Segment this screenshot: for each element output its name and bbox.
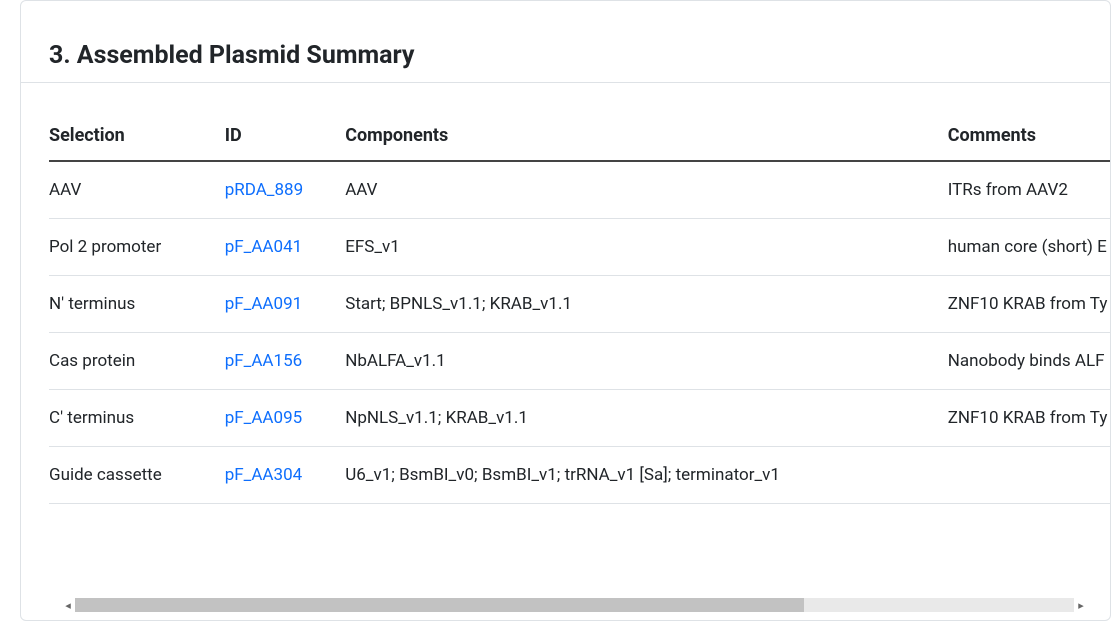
table-row: N' terminus pF_AA091 Start; BPNLS_v1.1; …	[49, 276, 1110, 333]
cell-selection: Cas protein	[49, 333, 225, 390]
table-row: Guide cassette pF_AA304 U6_v1; BsmBI_v0;…	[49, 447, 1110, 504]
id-link[interactable]: pF_AA091	[225, 294, 302, 314]
cell-comments: ZNF10 KRAB from Ty	[948, 390, 1110, 447]
horizontal-scrollbar[interactable]: ◂ ▸	[61, 596, 1088, 614]
cell-components: U6_v1; BsmBI_v0; BsmBI_v1; trRNA_v1 [Sa]…	[345, 447, 948, 504]
table-row: C' terminus pF_AA095 NpNLS_v1.1; KRAB_v1…	[49, 390, 1110, 447]
cell-selection: Pol 2 promoter	[49, 219, 225, 276]
cell-comments: Nanobody binds ALF	[948, 333, 1110, 390]
scroll-left-icon[interactable]: ◂	[61, 599, 75, 612]
cell-components: NbALFA_v1.1	[345, 333, 948, 390]
summary-card: 3. Assembled Plasmid Summary Selection I…	[20, 0, 1111, 621]
scroll-right-icon[interactable]: ▸	[1074, 599, 1088, 612]
cell-selection: C' terminus	[49, 390, 225, 447]
id-link[interactable]: pF_AA304	[225, 465, 302, 485]
cell-components: AAV	[345, 161, 948, 219]
col-header-selection: Selection	[49, 111, 225, 161]
id-link[interactable]: pF_AA156	[225, 351, 302, 371]
table-row: AAV pRDA_889 AAV ITRs from AAV2	[49, 161, 1110, 219]
id-link[interactable]: pRDA_889	[225, 180, 303, 200]
cell-comments	[948, 447, 1110, 504]
section-title: 3. Assembled Plasmid Summary	[21, 1, 1110, 83]
table-scroll-region[interactable]: Selection ID Components Comments AAV pRD…	[21, 111, 1110, 504]
plasmid-summary-table: Selection ID Components Comments AAV pRD…	[49, 111, 1110, 504]
col-header-comments: Comments	[948, 111, 1110, 161]
cell-comments: ZNF10 KRAB from Ty	[948, 276, 1110, 333]
scrollbar-track[interactable]	[75, 598, 1074, 612]
cell-selection: Guide cassette	[49, 447, 225, 504]
cell-components: Start; BPNLS_v1.1; KRAB_v1.1	[345, 276, 948, 333]
col-header-id: ID	[225, 111, 346, 161]
table-row: Cas protein pF_AA156 NbALFA_v1.1 Nanobod…	[49, 333, 1110, 390]
cell-comments: ITRs from AAV2	[948, 161, 1110, 219]
cell-comments: human core (short) E	[948, 219, 1110, 276]
scrollbar-thumb[interactable]	[75, 598, 804, 612]
cell-selection: AAV	[49, 161, 225, 219]
id-link[interactable]: pF_AA041	[225, 237, 302, 257]
id-link[interactable]: pF_AA095	[225, 408, 302, 428]
col-header-components: Components	[345, 111, 948, 161]
table-row: Pol 2 promoter pF_AA041 EFS_v1 human cor…	[49, 219, 1110, 276]
cell-selection: N' terminus	[49, 276, 225, 333]
cell-components: NpNLS_v1.1; KRAB_v1.1	[345, 390, 948, 447]
cell-components: EFS_v1	[345, 219, 948, 276]
